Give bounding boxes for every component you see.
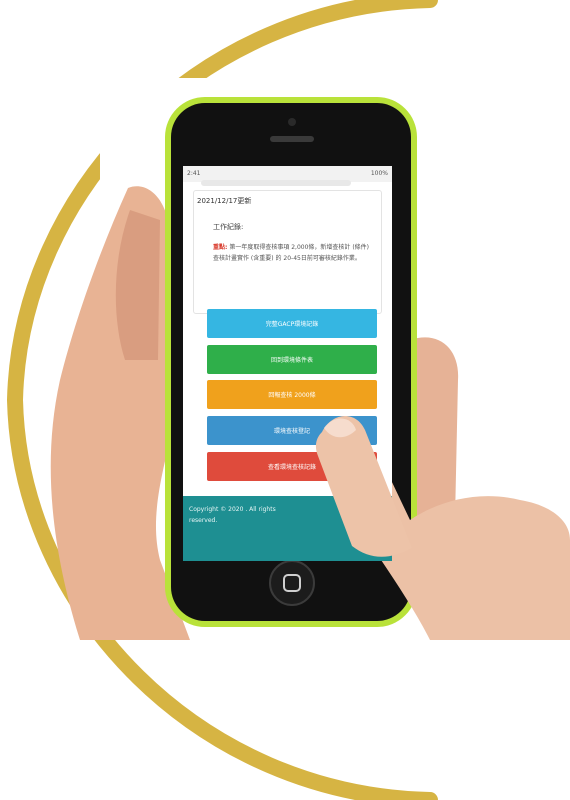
footer-copyright-text: Copyright © 2020 [189, 506, 244, 513]
footer-credit[interactable]: site by [364, 538, 384, 545]
button-3[interactable]: 回報查核 2000條 [207, 380, 377, 409]
status-battery: 100% [370, 170, 388, 177]
button-5[interactable]: 查看環境查核記錄 [207, 452, 377, 481]
card-highlight: 重點: [213, 244, 228, 251]
home-button [269, 560, 315, 606]
update-date: 2021/12/17更新 [197, 197, 252, 205]
status-time: 2:41 [187, 170, 201, 177]
button-2[interactable]: 回到環境條件表 [207, 345, 377, 374]
button-4[interactable]: 環境查核登記 [207, 416, 377, 445]
card-body: 第一年度取得查核事項 2,000條，新增查核計 (條件) 查核計畫實作 (含重要… [213, 244, 370, 262]
phone-screen: 2:41 100% 2021/12/17更新 工作紀錄: 重點: 第一年度取得查… [183, 166, 392, 561]
speaker-slot [270, 136, 314, 142]
footer-rights-text: . All rights [245, 506, 276, 513]
card-text: 重點: 第一年度取得查核事項 2,000條，新增查核計 (條件) 查核計畫實作 … [213, 242, 373, 264]
camera-dot [288, 118, 296, 126]
footer-copyright: Copyright © 2020 . All rights [189, 506, 276, 513]
footer-reserved: reserved. [189, 517, 218, 524]
footer: Copyright © 2020 . All rights reserved. … [183, 496, 392, 561]
button-1[interactable]: 完整GACP環境記錄 [207, 309, 377, 338]
card-subtitle: 工作紀錄: [213, 223, 244, 231]
url-bar[interactable] [201, 180, 351, 186]
